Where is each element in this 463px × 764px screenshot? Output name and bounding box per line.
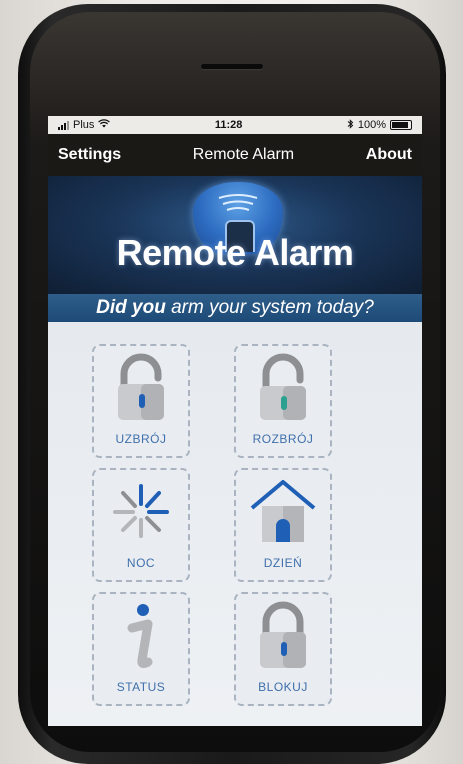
- bluetooth-icon: [347, 118, 354, 132]
- status-button[interactable]: STATUS: [92, 592, 190, 706]
- logo-text: Remote Alarm: [116, 232, 354, 273]
- night-label: NOC: [126, 556, 156, 570]
- status-label: STATUS: [116, 680, 166, 694]
- about-button[interactable]: About: [366, 146, 412, 164]
- app-banner: Remote Alarm: [48, 176, 422, 294]
- settings-button[interactable]: Settings: [58, 146, 121, 164]
- disarm-label: ROZBRÓJ: [252, 432, 314, 446]
- carrier-label: Plus: [73, 119, 95, 131]
- padlock-open-icon: [118, 353, 164, 420]
- tagline-strong: Did you: [96, 297, 166, 318]
- lock-label: BLOKUJ: [258, 680, 308, 694]
- arm-button[interactable]: UZBRÓJ: [92, 344, 190, 458]
- nav-title: Remote Alarm: [192, 146, 295, 163]
- navigation-bar: Settings Remote Alarm About: [48, 134, 422, 176]
- house-icon: [250, 480, 316, 542]
- signal-icon: [58, 120, 69, 130]
- action-grid: UZBRÓJ ROZBRÓJ NOC DZIEŃ STATUS BLOKUJ: [48, 322, 422, 726]
- info-icon: [127, 604, 153, 669]
- battery-percent: 100%: [357, 119, 386, 131]
- tagline: Did you arm your system today?: [48, 294, 422, 322]
- earpiece-speaker: [201, 64, 263, 69]
- battery-icon: [389, 120, 412, 130]
- padlock-lock-icon: [260, 601, 306, 668]
- wifi-icon: [98, 119, 111, 131]
- day-label: DZIEŃ: [263, 556, 303, 570]
- night-spinner-icon: [113, 484, 169, 538]
- arm-label: UZBRÓJ: [115, 432, 167, 446]
- disarm-button[interactable]: ROZBRÓJ: [234, 344, 332, 458]
- status-bar: Plus 11:28 100%: [48, 116, 422, 134]
- app-screen: Plus 11:28 100% Settings Remote Alarm Ab…: [48, 116, 422, 726]
- clock: 11:28: [214, 119, 243, 131]
- night-mode-button[interactable]: NOC: [92, 468, 190, 582]
- tagline-rest: arm your system today?: [165, 297, 374, 318]
- padlock-closed-icon: [260, 353, 306, 420]
- lock-button[interactable]: BLOKUJ: [234, 592, 332, 706]
- day-mode-button[interactable]: DZIEŃ: [234, 468, 332, 582]
